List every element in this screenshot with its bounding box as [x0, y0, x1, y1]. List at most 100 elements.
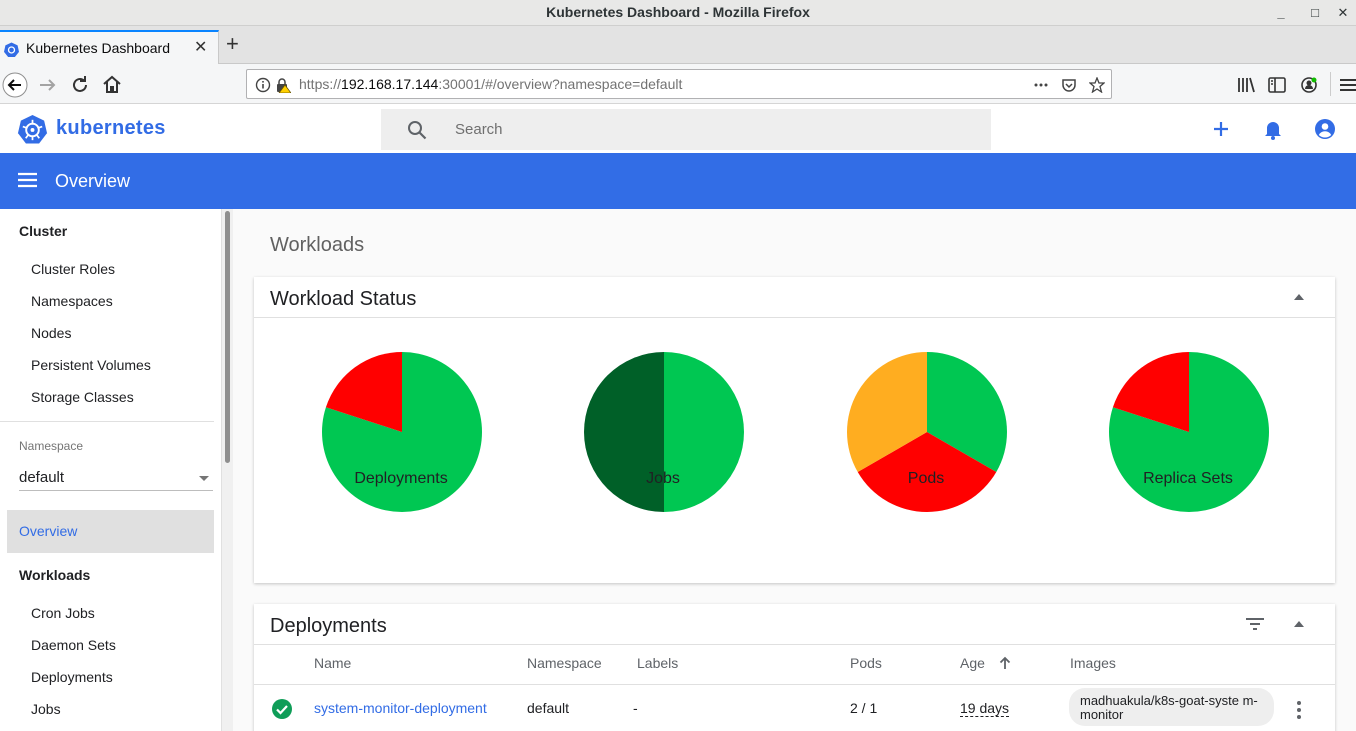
info-icon[interactable]	[255, 77, 271, 93]
pie-svg-replica-sets	[1109, 352, 1269, 512]
hamburger-menu-icon[interactable]	[1336, 73, 1356, 97]
kubernetes-logo-icon[interactable]	[17, 114, 48, 145]
sidebar-item-nodes[interactable]: Nodes	[31, 325, 71, 341]
sort-ascending-icon[interactable]	[998, 656, 1012, 670]
namespace-select[interactable]: default	[19, 467, 213, 491]
sidebar-scrollbar[interactable]	[222, 209, 233, 731]
url-path: :30001/#/overview?namespace=default	[438, 76, 683, 92]
create-plus-icon[interactable]	[1210, 118, 1232, 140]
url-text: https://192.168.17.144:30001/#/overview?…	[299, 76, 682, 92]
browser-tab[interactable]: Kubernetes Dashboard ✕	[0, 30, 219, 64]
window-titlebar: Kubernetes Dashboard - Mozilla Firefox _…	[0, 0, 1356, 26]
pie-slice-succeeded[interactable]	[584, 352, 664, 512]
pie-label-replica-sets: Replica Sets	[1143, 470, 1233, 487]
brand-name[interactable]: kubernetes	[56, 117, 166, 140]
deployment-pods: 2 / 1	[850, 700, 878, 716]
home-icon[interactable]	[100, 73, 124, 97]
pie-chart-replica-sets	[1107, 350, 1271, 519]
collapse-arrow-icon[interactable]	[1294, 621, 1304, 627]
column-header-namespace[interactable]: Namespace	[527, 655, 602, 671]
pie-label-jobs: Jobs	[646, 470, 680, 487]
account-circle-icon[interactable]	[1314, 118, 1336, 140]
account-sync-icon[interactable]	[1297, 73, 1321, 97]
namespace-label: Namespace	[19, 439, 84, 453]
search-placeholder: Search	[455, 121, 503, 138]
pie-svg-pods	[847, 352, 1007, 512]
sidebar-item-jobs[interactable]: Jobs	[31, 701, 61, 717]
tab-title: Kubernetes Dashboard	[26, 40, 170, 56]
status-ok-check-icon	[272, 699, 292, 719]
sidebar-item-overview[interactable]: Overview	[7, 510, 214, 553]
sidebar-item-cron-jobs[interactable]: Cron Jobs	[31, 605, 95, 621]
main-content: Workloads Workload Status Deployments Jo…	[233, 209, 1356, 731]
column-header-pods: Pods	[850, 655, 882, 671]
deployment-age[interactable]: 19 days	[960, 700, 1010, 717]
app-header: kubernetes Search	[0, 104, 1356, 153]
sidebar-scrollbar-thumb[interactable]	[225, 211, 230, 463]
url-bar[interactable]: https://192.168.17.144:30001/#/overview?…	[246, 69, 1112, 99]
notifications-bell-icon[interactable]	[1262, 118, 1284, 140]
pie-chart-pods	[845, 350, 1009, 519]
library-icon[interactable]	[1234, 73, 1258, 97]
search-icon	[408, 121, 427, 140]
tab-close-icon[interactable]: ✕	[194, 37, 207, 57]
maximize-button[interactable]: □	[1302, 0, 1328, 25]
pie-label-pods: Pods	[907, 470, 945, 487]
pie-label-deployments: Deployments	[354, 470, 448, 487]
filter-icon[interactable]	[1245, 616, 1265, 632]
deployment-image-chip: madhuakula/k8s-goat-syste m-monitor	[1069, 688, 1274, 726]
toolbar-title: Overview	[55, 171, 131, 191]
sidebar-heading-cluster[interactable]: Cluster	[19, 223, 67, 239]
sidebar-item-overview-label: Overview	[19, 523, 78, 539]
column-header-images: Images	[1070, 655, 1116, 671]
row-actions-more-icon[interactable]	[1294, 700, 1304, 720]
url-scheme: https://	[299, 76, 342, 92]
sidebar-item-deployments[interactable]: Deployments	[31, 669, 113, 685]
search-input[interactable]: Search	[381, 109, 991, 150]
sidebar-item-daemon-sets[interactable]: Daemon Sets	[31, 637, 116, 653]
pie-chart-deployments	[320, 350, 484, 519]
pie-svg-jobs	[584, 352, 744, 512]
column-header-age[interactable]: Age	[960, 655, 985, 671]
collapse-arrow-icon[interactable]	[1294, 294, 1304, 300]
sidebar-item-storage-classes[interactable]: Storage Classes	[31, 389, 134, 405]
column-header-labels: Labels	[637, 655, 679, 671]
pie-slice-running[interactable]	[664, 352, 744, 512]
window-title: Kubernetes Dashboard - Mozilla Firefox	[546, 4, 810, 20]
sidebar-item-namespaces[interactable]: Namespaces	[31, 293, 113, 309]
deployments-card: Deployments Name Namespace Labels Pods A…	[254, 604, 1335, 731]
bookmark-star-icon[interactable]	[1089, 77, 1105, 93]
pie-svg-deployments	[322, 352, 482, 512]
reload-icon[interactable]	[68, 73, 92, 97]
sidebar-item-persistent-volumes[interactable]: Persistent Volumes	[31, 357, 151, 373]
url-host: 192.168.17.144	[341, 76, 439, 92]
minimize-button[interactable]: _	[1268, 0, 1294, 25]
pocket-icon[interactable]	[1061, 77, 1077, 93]
page-actions-icon[interactable]	[1033, 77, 1049, 93]
deployment-name-link[interactable]: system-monitor-deployment	[314, 700, 487, 716]
navigation-bar: https://192.168.17.144:30001/#/overview?…	[0, 64, 1356, 104]
deployment-namespace: default	[527, 700, 570, 716]
new-tab-button[interactable]: +	[226, 31, 239, 57]
dropdown-caret-icon	[199, 476, 209, 481]
card-divider	[254, 317, 1335, 318]
insecure-lock-icon[interactable]	[275, 77, 291, 93]
forward-icon[interactable]	[36, 73, 60, 97]
deployments-title: Deployments	[270, 615, 387, 637]
table-header-divider	[254, 684, 1335, 685]
sidebar-item-cluster-roles[interactable]: Cluster Roles	[31, 261, 115, 277]
back-icon[interactable]	[2, 72, 28, 98]
namespace-value: default	[19, 469, 65, 486]
close-window-button[interactable]: ✕	[1330, 0, 1356, 25]
pie-chart-jobs	[582, 350, 746, 519]
tab-strip: Kubernetes Dashboard ✕ +	[0, 26, 1356, 64]
workload-status-card: Workload Status Deployments Jobs Pods Re…	[254, 277, 1335, 583]
sidebar-heading-workloads[interactable]: Workloads	[19, 567, 90, 583]
column-header-name[interactable]: Name	[314, 655, 351, 671]
nav-menu-icon[interactable]	[18, 172, 37, 188]
workload-status-title: Workload Status	[270, 288, 417, 310]
sidebar-toggle-icon[interactable]	[1265, 73, 1289, 97]
section-title-workloads: Workloads	[270, 234, 365, 256]
page-toolbar: Overview	[0, 153, 1356, 209]
card-divider	[254, 644, 1335, 645]
